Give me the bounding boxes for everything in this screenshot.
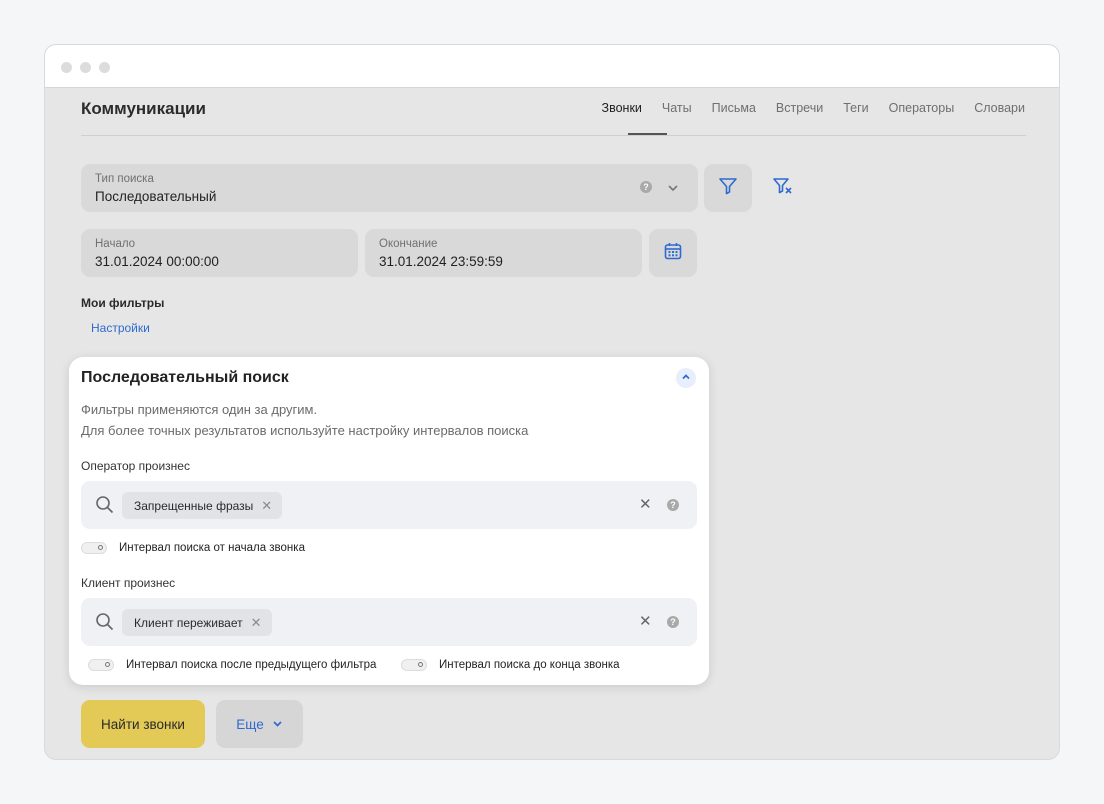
start-date-field[interactable]: Начало 31.01.2024 00:00:00 <box>81 229 358 277</box>
help-icon[interactable]: ? <box>667 616 679 628</box>
panel-description-line-2: Для более точных результатов используйте… <box>81 423 529 438</box>
chevron-up-icon <box>681 369 691 387</box>
calendar-icon <box>663 241 683 266</box>
toggle-after-previous-filter-label: Интервал поиска после предыдущего фильтр… <box>126 659 377 671</box>
window-dot-maximize[interactable] <box>99 62 110 73</box>
toggle-to-call-end[interactable] <box>401 659 427 671</box>
search-type-value: Последовательный <box>95 189 217 204</box>
help-icon[interactable]: ? <box>667 499 679 511</box>
clear-icon[interactable]: ✕ <box>639 612 652 630</box>
chevron-down-icon <box>667 181 679 199</box>
settings-link[interactable]: Настройки <box>91 321 150 335</box>
tab-meetings[interactable]: Встречи <box>776 101 823 115</box>
toggle-after-previous-filter[interactable] <box>88 659 114 671</box>
client-phrase-chip[interactable]: Клиент переживает ✕ <box>122 609 272 636</box>
start-date-value: 31.01.2024 00:00:00 <box>95 254 219 269</box>
more-button[interactable]: Еще <box>216 700 303 748</box>
tab-letters[interactable]: Письма <box>712 101 756 115</box>
collapse-button[interactable] <box>676 368 696 388</box>
toggle-from-call-start-label: Интервал поиска от начала звонка <box>119 542 305 554</box>
panel-title: Последовательный поиск <box>81 369 289 386</box>
window-dot-minimize[interactable] <box>80 62 91 73</box>
client-search-field[interactable]: Клиент переживает ✕ ✕ ? <box>81 598 697 646</box>
clear-filter-button[interactable] <box>759 164 807 212</box>
tab-dictionaries[interactable]: Словари <box>974 101 1025 115</box>
page-title: Коммуникации <box>81 99 206 118</box>
my-filters-label: Мои фильтры <box>81 296 165 310</box>
chip-label: Запрещенные фразы <box>134 498 254 513</box>
chip-remove-icon[interactable]: ✕ <box>261 499 272 512</box>
window-dot-close[interactable] <box>61 62 72 73</box>
search-type-label: Тип поиска <box>95 173 154 185</box>
filter-button[interactable] <box>704 164 752 212</box>
filter-icon <box>718 176 738 201</box>
calendar-button[interactable] <box>649 229 697 277</box>
toggle-from-call-start[interactable] <box>81 542 107 554</box>
top-tabs: Звонки Чаты Письма Встречи Теги Оператор… <box>602 101 1025 115</box>
toggle-to-call-end-label: Интервал поиска до конца звонка <box>439 659 620 671</box>
find-calls-button[interactable]: Найти звонки <box>81 700 205 748</box>
chip-label: Клиент переживает <box>134 615 243 630</box>
end-date-value: 31.01.2024 23:59:59 <box>379 254 503 269</box>
search-icon[interactable] <box>95 495 114 519</box>
more-button-label: Еще <box>236 716 264 732</box>
tab-chats[interactable]: Чаты <box>662 101 692 115</box>
app-window: Коммуникации Звонки Чаты Письма Встречи … <box>44 44 1060 760</box>
help-icon[interactable]: ? <box>640 181 652 193</box>
search-icon[interactable] <box>95 612 114 636</box>
tab-tags[interactable]: Теги <box>843 101 868 115</box>
chevron-down-icon <box>272 717 283 732</box>
operator-search-field[interactable]: Запрещенные фразы ✕ ✕ ? <box>81 481 697 529</box>
clear-icon[interactable]: ✕ <box>639 495 652 513</box>
end-date-field[interactable]: Окончание 31.01.2024 23:59:59 <box>365 229 642 277</box>
sequential-search-panel: Последовательный поиск Фильтры применяют… <box>69 357 709 685</box>
chip-remove-icon[interactable]: ✕ <box>251 616 262 629</box>
search-type-select[interactable]: Тип поиска Последовательный ? <box>81 164 698 212</box>
end-date-label: Окончание <box>379 238 438 250</box>
panel-description-line-1: Фильтры применяются один за другим. <box>81 402 318 417</box>
client-said-label: Клиент произнес <box>81 576 176 590</box>
operator-phrase-chip[interactable]: Запрещенные фразы ✕ <box>122 492 283 519</box>
tab-operators[interactable]: Операторы <box>889 101 955 115</box>
header-divider <box>81 135 1026 136</box>
start-date-label: Начало <box>95 238 136 250</box>
tab-calls[interactable]: Звонки <box>602 101 642 115</box>
filter-clear-icon <box>772 176 794 201</box>
window-titlebar <box>45 45 1059 88</box>
operator-said-label: Оператор произнес <box>81 459 190 473</box>
